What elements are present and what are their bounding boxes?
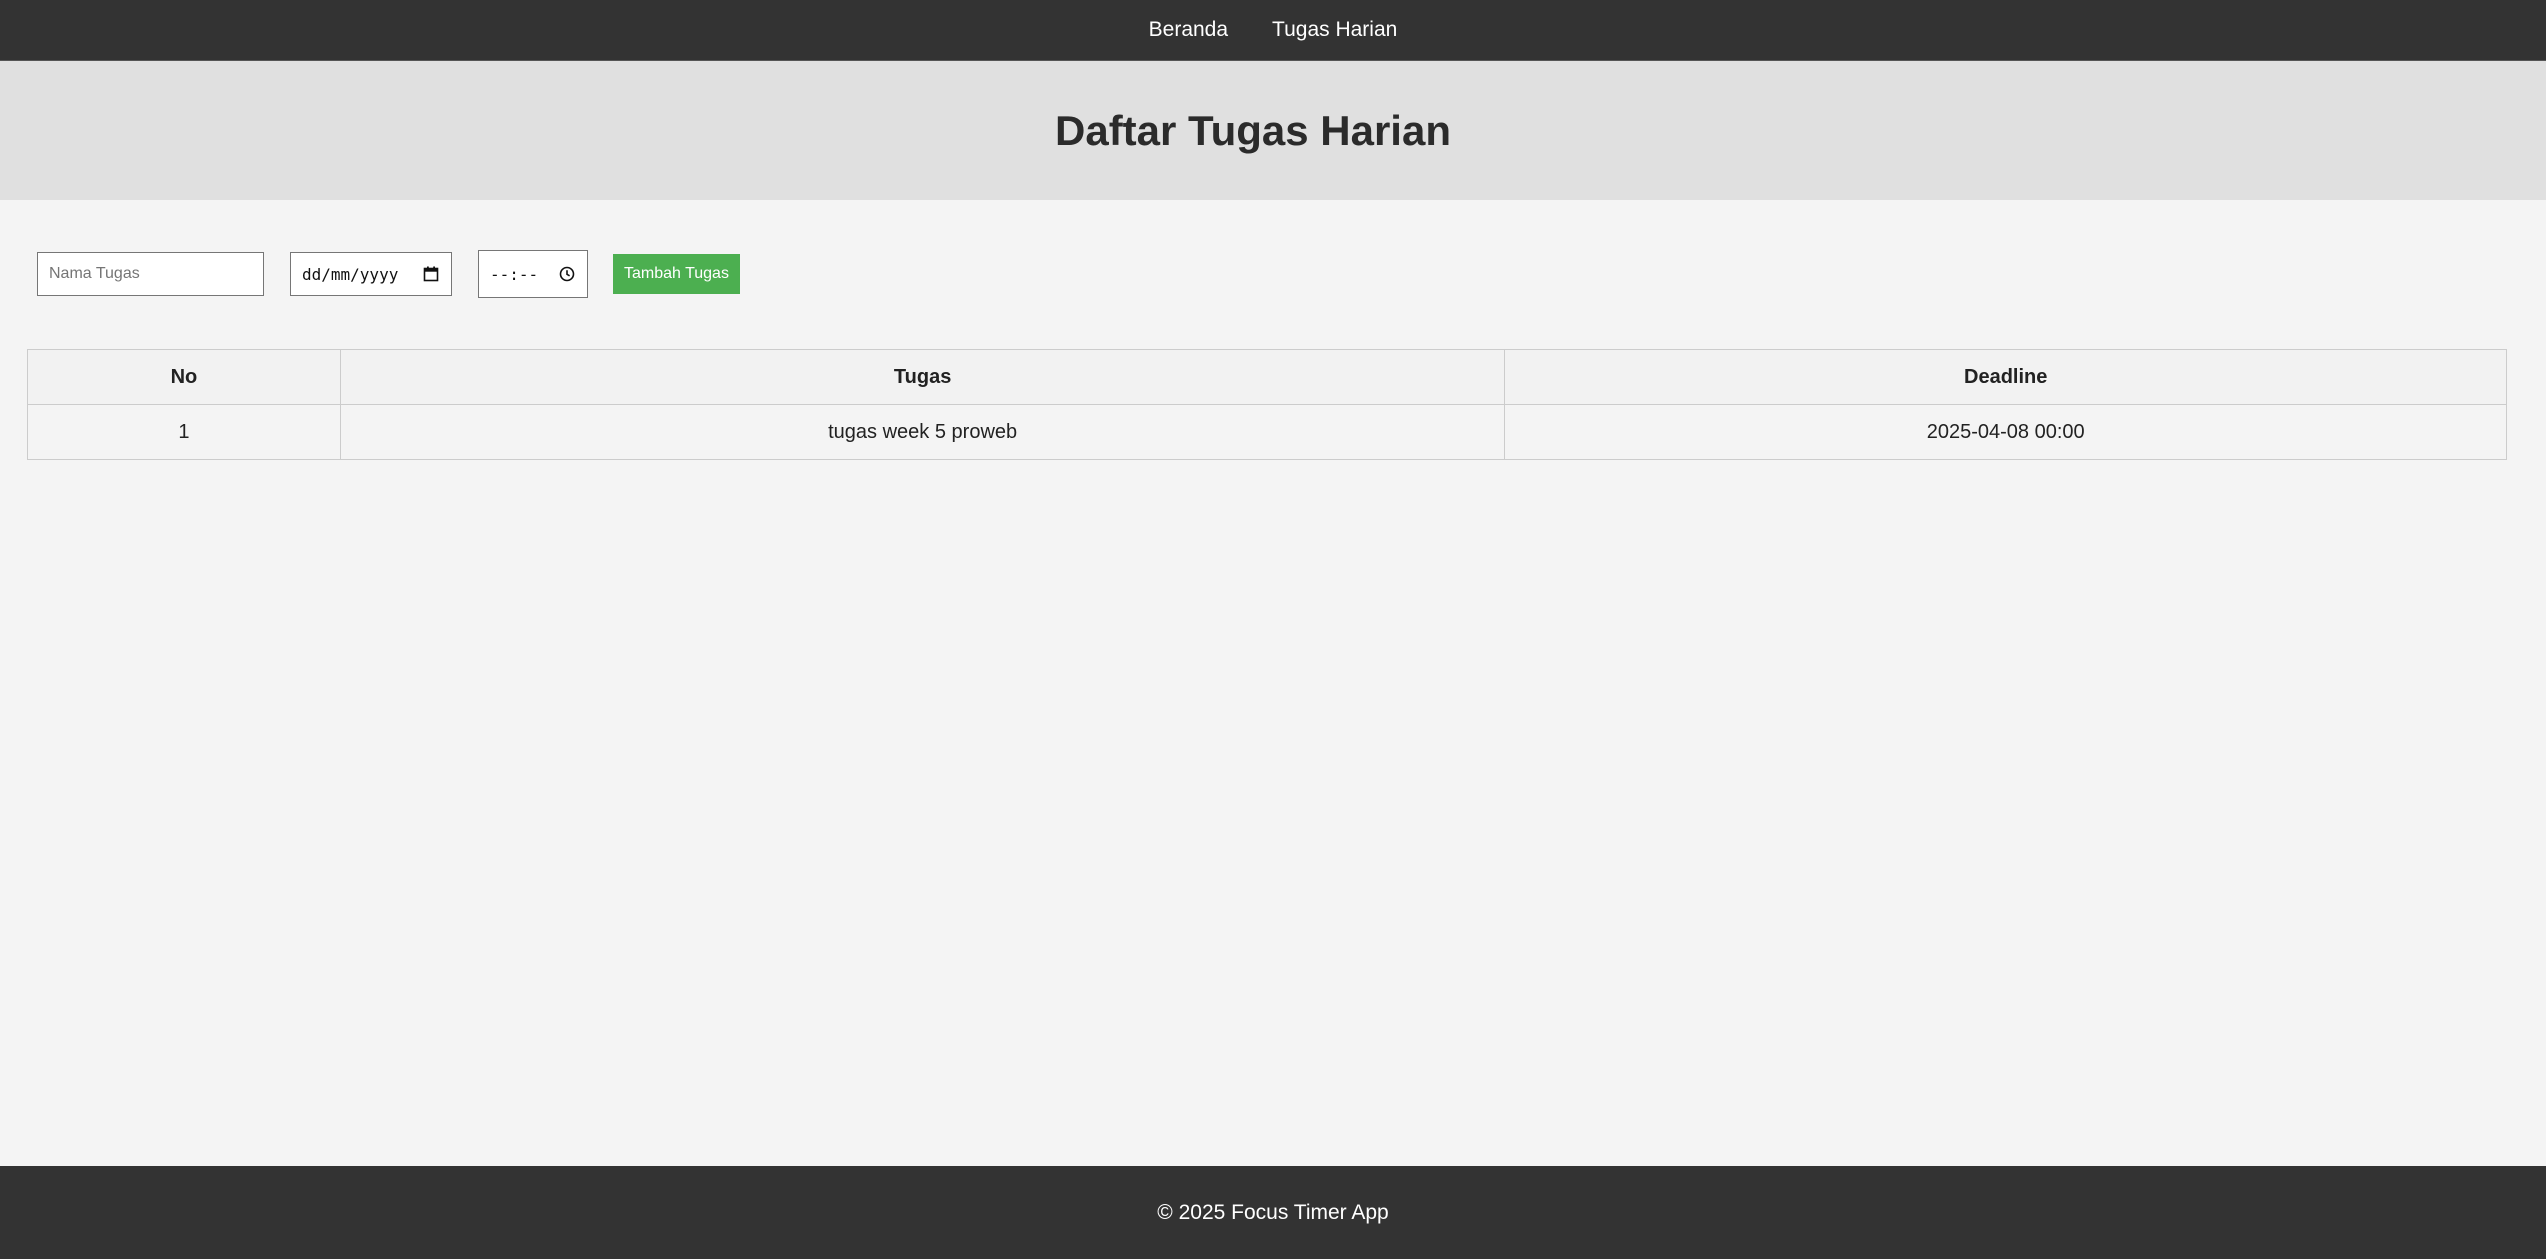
page-title: Daftar Tugas Harian bbox=[1055, 106, 1451, 154]
page-footer: © 2025 Focus Timer App bbox=[0, 1166, 2546, 1259]
clock-icon[interactable] bbox=[558, 265, 576, 283]
nav-link-beranda[interactable]: Beranda bbox=[1149, 18, 1228, 42]
date-placeholder: dd/mm/yyyy bbox=[302, 264, 399, 284]
table-header-row: No Tugas Deadline bbox=[27, 349, 2507, 405]
column-header-no: No bbox=[27, 349, 341, 405]
column-header-tugas: Tugas bbox=[339, 349, 1506, 405]
nav-link-tugas-harian[interactable]: Tugas Harian bbox=[1272, 18, 1397, 42]
add-task-form: Nama Tugas dd/mm/yyyy --:-- Tambah Tugas bbox=[37, 250, 740, 298]
cell-task: tugas week 5 proweb bbox=[339, 404, 1506, 460]
calendar-icon[interactable] bbox=[422, 265, 440, 283]
footer-copyright: © 2025 Focus Timer App bbox=[1157, 1200, 1389, 1224]
task-name-placeholder: Nama Tugas bbox=[49, 265, 140, 282]
time-placeholder: --:-- bbox=[490, 264, 539, 284]
cell-no: 1 bbox=[27, 404, 341, 460]
task-table: No Tugas Deadline 1 tugas week 5 proweb … bbox=[27, 349, 2507, 460]
deadline-date-input[interactable]: dd/mm/yyyy bbox=[290, 252, 452, 296]
add-task-button[interactable]: Tambah Tugas bbox=[613, 254, 740, 294]
top-navbar: Beranda Tugas Harian bbox=[0, 0, 2546, 61]
table-row: 1 tugas week 5 proweb 2025-04-08 00:00 bbox=[27, 404, 2507, 460]
cell-deadline: 2025-04-08 00:00 bbox=[1504, 404, 2507, 460]
deadline-time-input[interactable]: --:-- bbox=[478, 250, 588, 298]
task-name-input[interactable]: Nama Tugas bbox=[37, 252, 264, 296]
column-header-deadline: Deadline bbox=[1504, 349, 2507, 405]
page-header: Daftar Tugas Harian bbox=[0, 61, 2546, 200]
